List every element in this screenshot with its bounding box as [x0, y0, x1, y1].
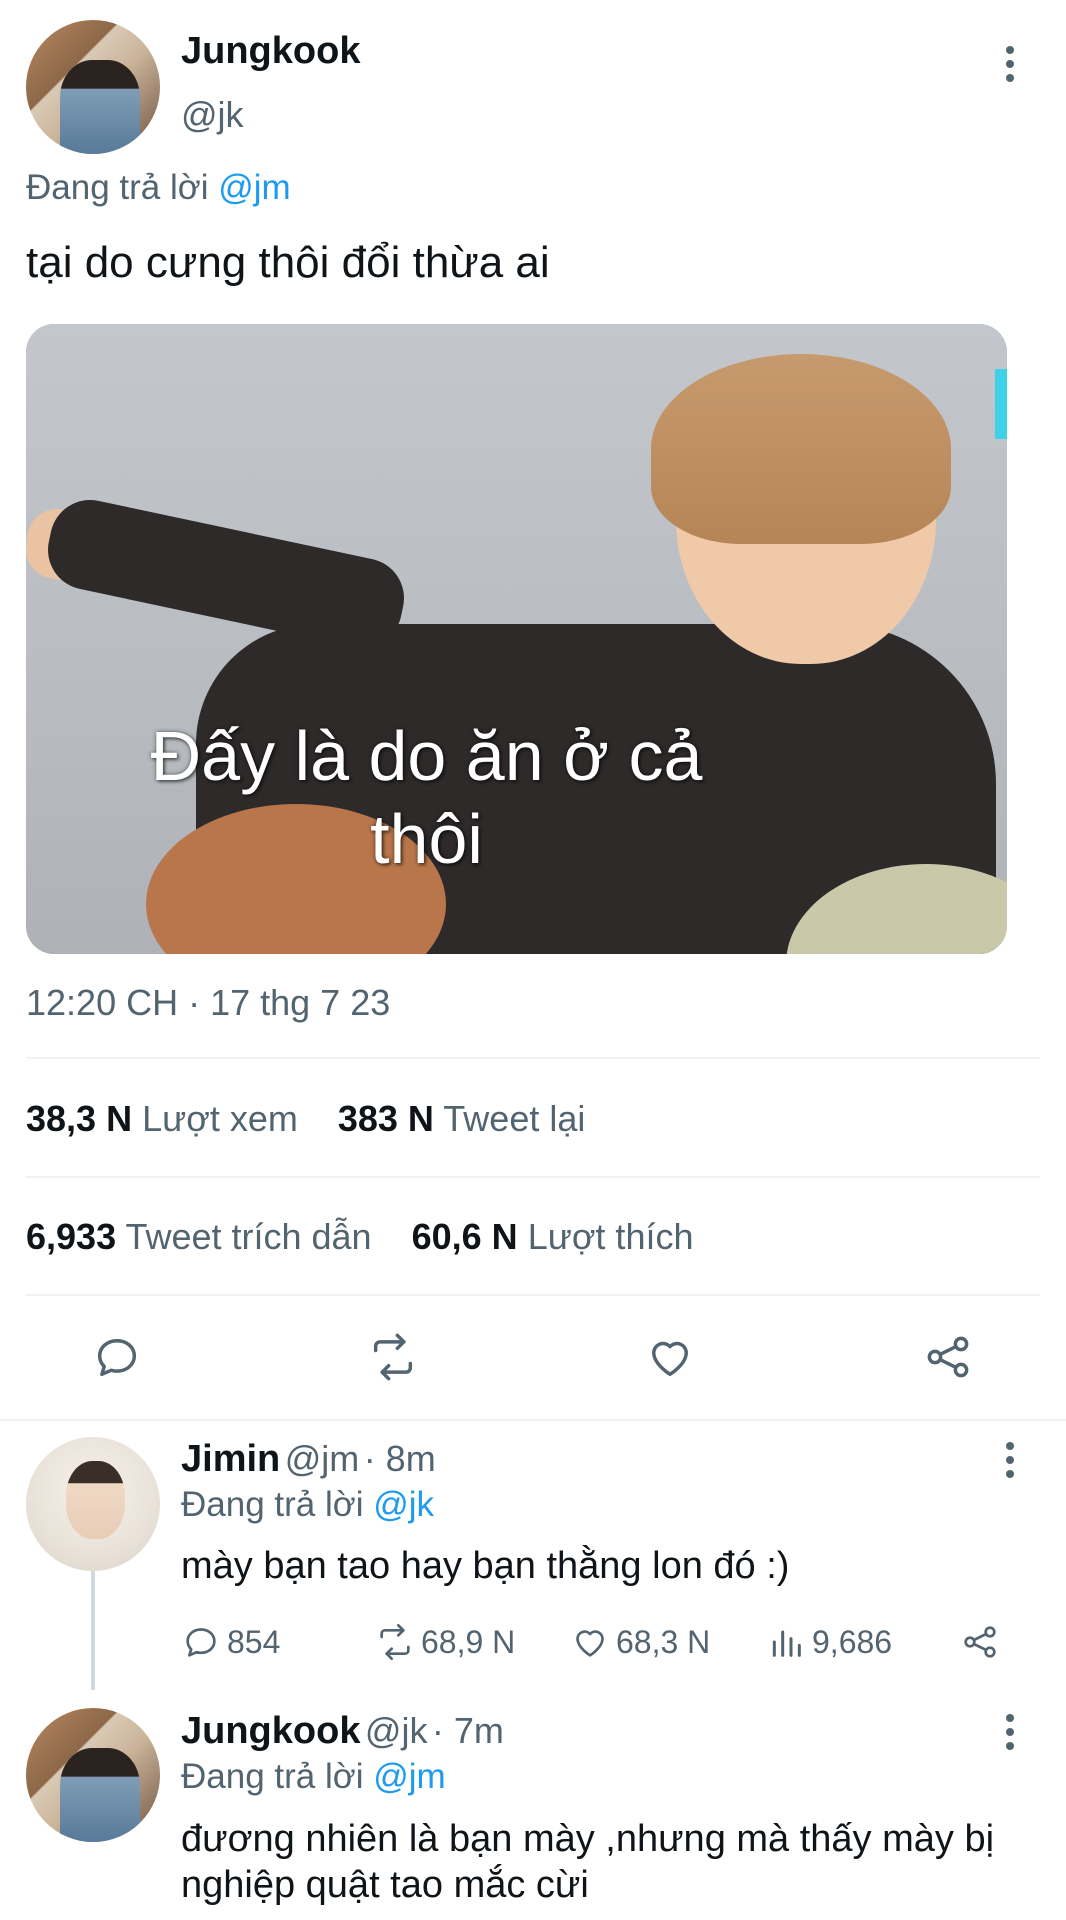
- like-icon[interactable]: [644, 1331, 696, 1383]
- reply-avatar[interactable]: [26, 1437, 160, 1571]
- media-caption-line1: Đấy là do ăn ở cả: [150, 717, 703, 795]
- retweets-count[interactable]: 383 N: [338, 1098, 434, 1139]
- reply-text-line2: nghiệp quật tao mắc cừi: [181, 1864, 589, 1906]
- replying-to-mention[interactable]: @jm: [373, 1757, 445, 1796]
- divider: [0, 1419, 1066, 1421]
- thread-line: [91, 1570, 95, 1690]
- quotes-count[interactable]: 6,933: [26, 1216, 116, 1257]
- retweet-count: 68,9 N: [421, 1623, 516, 1660]
- replying-to-mention[interactable]: @jk: [373, 1485, 434, 1524]
- reply-author-handle[interactable]: @jm: [285, 1438, 360, 1479]
- reply-share-action[interactable]: [960, 1622, 1000, 1662]
- reply-time: · 8m: [363, 1438, 436, 1479]
- like-count: 68,3 N: [616, 1623, 711, 1660]
- replying-to-line: Đang trả lời @jm: [26, 168, 291, 208]
- retweets-label[interactable]: Tweet lại: [443, 1098, 585, 1139]
- reply-retweet-action[interactable]: 68,9 N: [375, 1622, 515, 1662]
- author-avatar[interactable]: [26, 20, 160, 154]
- reply-avatar[interactable]: [26, 1708, 160, 1842]
- tweet-media[interactable]: Đấy là do ăn ở cả thôi: [26, 324, 1007, 954]
- likes-count[interactable]: 60,6 N: [412, 1216, 518, 1257]
- reply-text: mày bạn tao hay bạn thằng lon đó :): [181, 1545, 790, 1587]
- replying-to-label: Đang trả lời: [26, 168, 209, 207]
- reply-views-action[interactable]: 9,686: [766, 1622, 892, 1662]
- likes-label[interactable]: Lượt thích: [528, 1216, 694, 1257]
- views-count: 38,3 N: [26, 1098, 133, 1139]
- reply-author-name[interactable]: Jimin: [181, 1438, 280, 1480]
- media-accent-bar: [995, 369, 1007, 439]
- more-icon[interactable]: [995, 1710, 1025, 1754]
- replying-to-label: Đang trả lời: [181, 1485, 364, 1524]
- more-icon[interactable]: [995, 42, 1025, 86]
- stats-row-1: 38,3 N Lượt xem 383 N Tweet lại: [26, 1098, 585, 1140]
- share-icon[interactable]: [922, 1331, 974, 1383]
- reply-icon[interactable]: [91, 1331, 143, 1383]
- more-icon[interactable]: [995, 1438, 1025, 1482]
- view-count: 9,686: [812, 1623, 893, 1660]
- retweet-icon: [380, 1624, 410, 1660]
- tweet-timestamp[interactable]: 12:20 CH · 17 thg 7 23: [26, 982, 390, 1024]
- retweet-icon[interactable]: [367, 1331, 419, 1383]
- reply-time: · 7m: [431, 1710, 504, 1751]
- avatar-photo: [59, 60, 140, 154]
- share-icon: [964, 1626, 996, 1658]
- author-name[interactable]: Jungkook: [181, 30, 360, 73]
- reply-author-handle[interactable]: @jk: [365, 1710, 428, 1751]
- views-label: Lượt xem: [142, 1098, 298, 1139]
- author-handle[interactable]: @jk: [181, 94, 244, 136]
- reply-icon: [186, 1628, 216, 1657]
- reply-header: Jimin @jm · 8m: [181, 1438, 436, 1481]
- reply-header: Jungkook @jk · 7m: [181, 1710, 504, 1753]
- avatar-photo: [59, 1748, 140, 1842]
- tweet-text: tại do cưng thôi đổi thừa ai: [26, 238, 550, 287]
- quotes-label[interactable]: Tweet trích dẫn: [125, 1216, 371, 1257]
- views-icon: [772, 1630, 801, 1657]
- divider: [26, 1294, 1040, 1296]
- reply-reply-action[interactable]: 854: [181, 1622, 280, 1662]
- stats-row-2: 6,933 Tweet trích dẫn 60,6 N Lượt thích: [26, 1216, 693, 1258]
- reply-author-name[interactable]: Jungkook: [181, 1710, 360, 1752]
- avatar-photo: [66, 1461, 126, 1539]
- replying-to-mention[interactable]: @jm: [218, 168, 290, 207]
- reply-count: 854: [227, 1623, 281, 1660]
- media-caption-line2: thôi: [370, 800, 483, 878]
- media-hair: [651, 354, 951, 544]
- replying-to-line: Đang trả lời @jm: [181, 1757, 446, 1797]
- replying-to-line: Đang trả lời @jk: [181, 1485, 434, 1525]
- reply-text-line1: đương nhiên là bạn mày ,nhưng mà thấy mà…: [181, 1818, 995, 1860]
- like-icon: [576, 1630, 604, 1657]
- reply-like-action[interactable]: 68,3 N: [570, 1622, 710, 1662]
- replying-to-label: Đang trả lời: [181, 1757, 364, 1796]
- divider: [26, 1057, 1040, 1059]
- divider: [26, 1176, 1040, 1178]
